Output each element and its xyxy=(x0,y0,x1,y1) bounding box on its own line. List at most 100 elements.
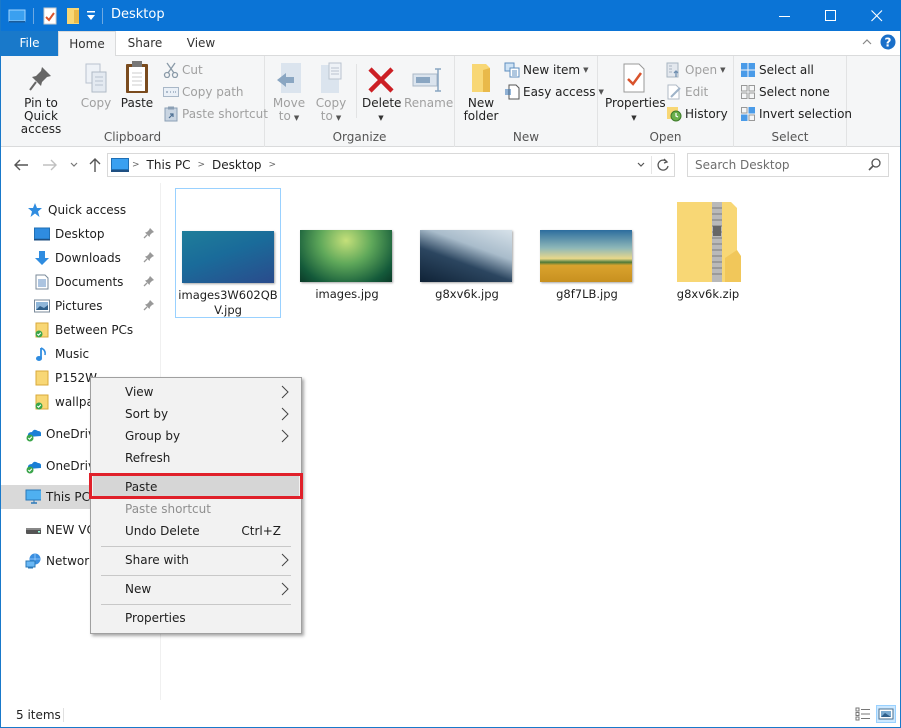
file-item[interactable]: g8xv6k.zip xyxy=(655,188,761,318)
sidebar-item-between-pcs[interactable]: Between PCs xyxy=(1,318,160,342)
tab-home[interactable]: Home xyxy=(58,31,116,57)
organize-group-label: Organize xyxy=(332,130,387,144)
select-group: Select all Select none Invert selection … xyxy=(734,56,852,147)
open-group-label: Open xyxy=(649,130,682,144)
back-button[interactable] xyxy=(12,156,30,174)
zip-folder-icon xyxy=(675,198,743,287)
large-icons-view-button[interactable] xyxy=(876,705,896,723)
address-bar[interactable]: > This PC > Desktop > xyxy=(107,153,675,177)
chevron-right-icon xyxy=(281,385,289,402)
context-menu-group-by[interactable]: Group by xyxy=(93,425,299,447)
tab-view[interactable]: View xyxy=(173,31,229,56)
collapse-ribbon-button[interactable] xyxy=(861,36,873,51)
breadcrumb-this-pc[interactable]: This PC xyxy=(147,158,191,172)
sidebar-item-desktop[interactable]: Desktop xyxy=(1,222,160,246)
paste-shortcut-icon xyxy=(164,106,178,122)
open-button[interactable]: Open ▼ xyxy=(666,60,725,80)
star-icon xyxy=(27,202,43,218)
up-button[interactable] xyxy=(86,156,104,174)
chevron-right-icon xyxy=(281,582,289,599)
easy-access-icon xyxy=(505,84,520,100)
select-none-button[interactable]: Select none xyxy=(740,82,830,102)
navigation-bar: > This PC > Desktop > xyxy=(1,148,900,182)
sidebar-item-pictures[interactable]: Pictures xyxy=(1,294,160,318)
paste-shortcut-button[interactable]: Paste shortcut xyxy=(163,104,268,124)
context-menu-view[interactable]: View xyxy=(93,381,299,403)
pin-to-quick-access-button[interactable]: Pin to Quick access xyxy=(6,60,76,136)
tab-share[interactable]: Share xyxy=(117,31,173,56)
arrow-up-icon xyxy=(89,158,101,172)
tab-file[interactable]: File xyxy=(1,31,58,56)
rename-icon xyxy=(412,68,441,92)
network-icon xyxy=(25,553,41,569)
copy-to-button[interactable]: Copy to ▼ xyxy=(313,60,349,125)
context-menu-sort-by[interactable]: Sort by xyxy=(93,403,299,425)
copy-button[interactable]: Copy xyxy=(79,60,113,110)
pictures-icon xyxy=(34,298,50,314)
rename-button[interactable]: Rename xyxy=(404,60,453,110)
move-to-button[interactable]: Move to ▼ xyxy=(271,60,307,125)
file-item[interactable]: g8f7LB.jpg xyxy=(534,188,640,318)
easy-access-button[interactable]: Easy access ▼ xyxy=(504,82,604,102)
close-button[interactable] xyxy=(854,0,900,31)
refresh-button[interactable] xyxy=(656,158,670,175)
context-menu-undo-delete[interactable]: Undo Delete Ctrl+Z xyxy=(93,520,299,542)
sidebar-item-music[interactable]: Music xyxy=(1,342,160,366)
sidebar-item-documents[interactable]: Documents xyxy=(1,270,160,294)
image-thumbnail xyxy=(540,230,632,282)
edit-icon xyxy=(667,84,681,100)
history-button[interactable]: History xyxy=(666,104,728,124)
properties-button[interactable]: Properties ▼ xyxy=(605,60,666,125)
copy-path-button[interactable]: Copy path xyxy=(163,82,244,102)
document-icon xyxy=(34,274,50,290)
sidebar-item-quick-access[interactable]: Quick access xyxy=(1,198,160,222)
ribbon-tabs: File Home Share View ? xyxy=(1,31,900,57)
address-history-dropdown[interactable] xyxy=(636,159,646,173)
search-box[interactable] xyxy=(687,153,889,177)
context-menu-paste[interactable]: Paste xyxy=(93,476,299,498)
context-menu-new[interactable]: New xyxy=(93,578,299,600)
breadcrumb-separator[interactable]: > xyxy=(269,160,277,170)
properties-quick-icon[interactable] xyxy=(43,7,57,25)
pin-icon[interactable] xyxy=(143,299,155,314)
forward-button[interactable] xyxy=(41,156,59,174)
new-folder-button[interactable]: New folder xyxy=(463,60,499,123)
menu-separator xyxy=(101,546,291,547)
context-menu-refresh[interactable]: Refresh xyxy=(93,447,299,469)
explorer-app-icon[interactable] xyxy=(8,9,26,27)
new-folder-quick-icon[interactable] xyxy=(66,7,80,25)
breadcrumb-separator[interactable]: > xyxy=(132,160,140,170)
context-menu-paste-shortcut[interactable]: Paste shortcut xyxy=(93,498,299,520)
new-item-icon xyxy=(504,62,520,78)
customize-quick-access-icon[interactable] xyxy=(85,9,97,27)
sidebar-item-downloads[interactable]: Downloads xyxy=(1,246,160,270)
open-icon xyxy=(666,62,679,78)
delete-button[interactable]: Delete ▼ xyxy=(362,60,401,125)
details-view-button[interactable] xyxy=(853,705,873,723)
search-icon[interactable] xyxy=(868,158,881,174)
context-menu-share-with[interactable]: Share with xyxy=(93,549,299,571)
search-input[interactable] xyxy=(688,154,863,176)
edit-button[interactable]: Edit xyxy=(666,82,708,102)
minimize-button[interactable] xyxy=(762,0,808,31)
breadcrumb-desktop[interactable]: Desktop xyxy=(212,158,262,172)
pin-icon[interactable] xyxy=(143,251,155,266)
context-menu-properties[interactable]: Properties xyxy=(93,607,299,629)
file-item[interactable]: images.jpg xyxy=(294,188,400,318)
pin-icon[interactable] xyxy=(143,275,155,290)
title-bar: Desktop xyxy=(1,0,901,31)
help-button[interactable]: ? xyxy=(880,34,896,53)
breadcrumb-separator[interactable]: > xyxy=(198,160,206,170)
recent-locations-button[interactable] xyxy=(65,156,83,174)
maximize-button[interactable] xyxy=(808,0,854,31)
file-item[interactable]: g8xv6k.jpg xyxy=(414,188,520,318)
invert-selection-button[interactable]: Invert selection xyxy=(740,104,852,124)
new-item-button[interactable]: New item ▼ xyxy=(504,60,589,80)
paste-button[interactable]: Paste xyxy=(119,60,155,110)
pin-icon[interactable] xyxy=(143,227,155,242)
file-item[interactable]: images3W602QBV.jpg xyxy=(175,188,281,318)
separator xyxy=(33,8,34,24)
cut-button[interactable]: Cut xyxy=(163,60,203,80)
select-all-button[interactable]: Select all xyxy=(740,60,814,80)
details-view-icon xyxy=(855,707,870,721)
